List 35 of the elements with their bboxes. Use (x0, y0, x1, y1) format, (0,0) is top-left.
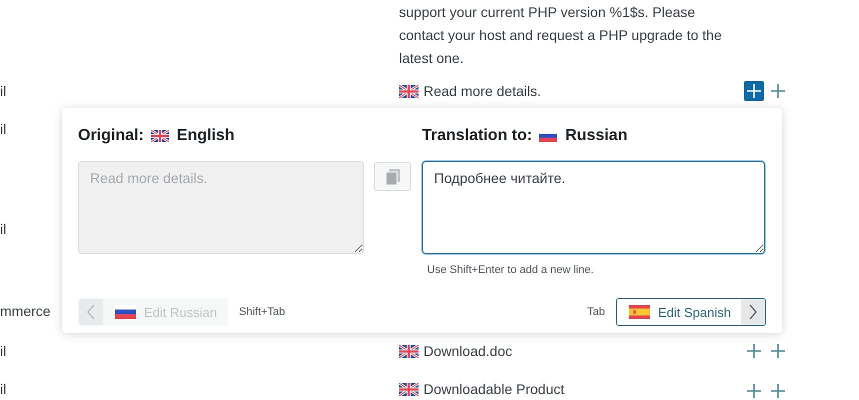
chevron-icon (748, 304, 758, 320)
chevron-icon (86, 304, 96, 320)
copy-icon (384, 168, 402, 186)
table-cell: il (0, 381, 6, 397)
flag-icon (399, 344, 418, 358)
message-text: support your current PHP version %1$s. Please contact your host and request a PHP upgrade to the latest one. (399, 3, 723, 68)
table-cell: il (0, 221, 6, 237)
flag-icon (150, 130, 169, 142)
table-cell: Download.doc (424, 343, 512, 359)
language-name: English (176, 127, 235, 145)
next-language-button[interactable]: Edit Spanish (616, 298, 766, 326)
add-button[interactable] (744, 81, 764, 101)
translation-field[interactable]: Подробнее читайте. (422, 161, 765, 254)
add-button[interactable] (744, 381, 764, 400)
shortcut-hint: Tab (587, 306, 605, 318)
shortcut-hint: Shift+Tab (238, 306, 286, 318)
copy-button[interactable] (374, 162, 411, 191)
flag-icon (629, 305, 650, 319)
translation-label: Translation to: (422, 127, 532, 145)
add-button[interactable] (768, 81, 788, 101)
add-button[interactable] (768, 381, 788, 400)
hint-text: Use Shift+Enter to add a new line. (427, 264, 595, 278)
add-button[interactable] (768, 341, 788, 361)
table-cell: il (0, 121, 6, 137)
original-label: Original: (78, 127, 144, 145)
flag-icon (399, 382, 418, 396)
table-cell: mmerce (0, 303, 51, 319)
table-cell: Downloadable Product (424, 381, 564, 397)
add-button[interactable] (744, 341, 764, 361)
flag-icon (115, 305, 136, 319)
table-cell: Read more details. (424, 83, 542, 99)
table-cell: il (0, 343, 6, 359)
table-cell: il (0, 83, 6, 99)
language-name: Russian (565, 127, 628, 145)
flag-icon (399, 84, 418, 98)
